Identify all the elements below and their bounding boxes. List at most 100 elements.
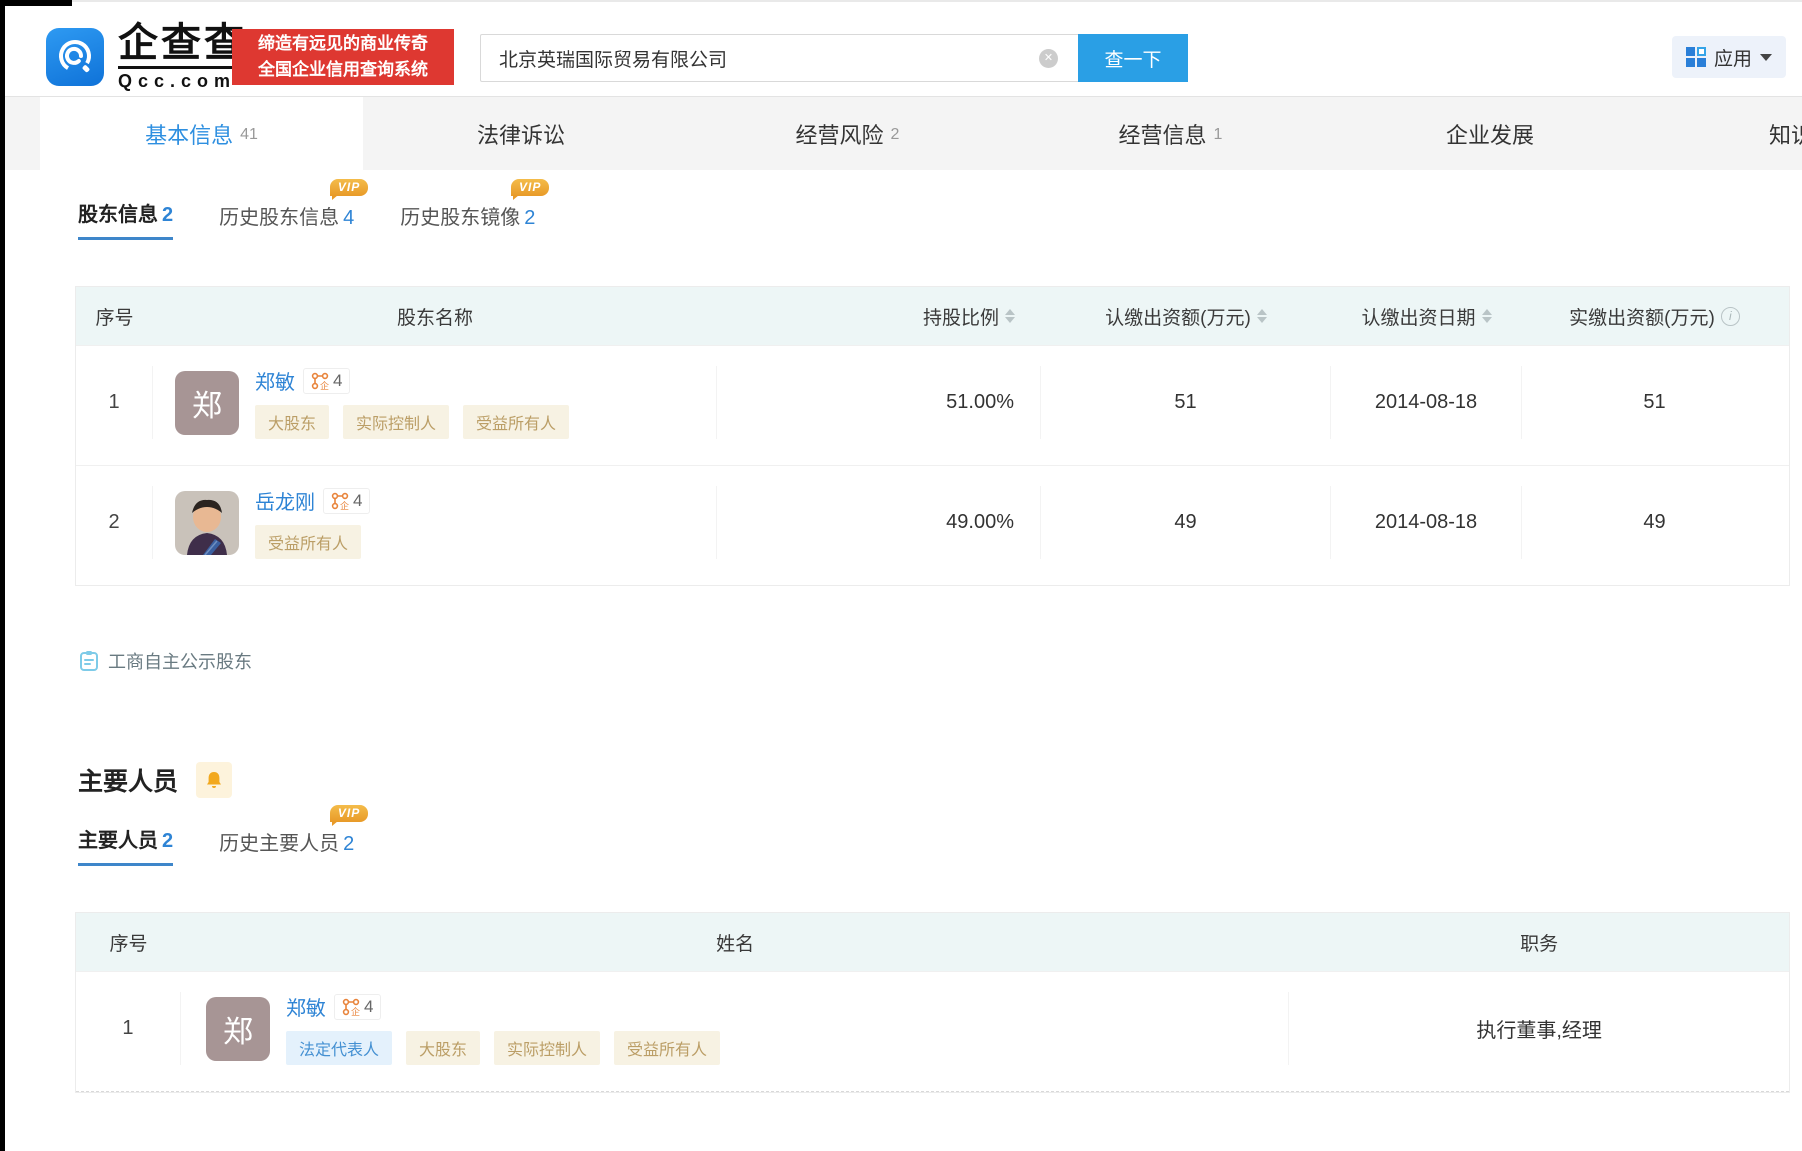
related-count: 4 <box>353 491 362 511</box>
tab-operation-risk[interactable]: 经营风险2 <box>686 97 1009 170</box>
clipboard-icon <box>78 650 100 672</box>
col-header-subscribed: 认缴出资额(万元) <box>1041 303 1331 330</box>
key-personnel-row: 1 郑 郑敏 企 <box>76 971 1789 1092</box>
role-tag: 受益所有人 <box>614 1031 720 1065</box>
subtab-key-personnel[interactable]: 主要人员2 <box>78 824 173 866</box>
network-icon: 企 <box>342 998 360 1016</box>
brand-name: 企查查 <box>118 22 247 69</box>
network-icon: 企 <box>331 492 349 510</box>
ratio-value: 49.00% <box>717 486 1041 559</box>
main-tab-bar: 基本信息41 法律诉讼 经营风险2 经营信息1 企业发展 知识产权 <box>0 97 1802 170</box>
col-header-paid: 实缴出资额(万元) <box>1522 303 1787 330</box>
col-header-ratio: 持股比例 <box>717 303 1041 330</box>
tab-operation-info[interactable]: 经营信息1 <box>1009 97 1332 170</box>
row-number: 1 <box>76 992 181 1065</box>
role-tag: 实际控制人 <box>343 405 449 439</box>
role-tag: 实际控制人 <box>494 1031 600 1065</box>
personnel-name-link[interactable]: 郑敏 <box>286 992 326 1021</box>
col-header-shareholder-name: 股东名称 <box>153 303 717 330</box>
screenshot-edge-artifact <box>0 0 5 1151</box>
role-tag: 受益所有人 <box>255 525 361 559</box>
ratio-value: 51.00% <box>717 366 1041 439</box>
qcc-logo[interactable]: 企查查 Qcc.com <box>46 22 247 92</box>
shareholder-subtabs: 股东信息2 历史股东信息4 VIP 历史股东镜像2 VIP <box>78 198 1802 240</box>
shareholder-row: 2 岳龙刚 <box>76 465 1789 585</box>
shareholder-name-link[interactable]: 岳龙刚 <box>255 486 315 515</box>
related-companies-badge[interactable]: 企 4 <box>303 368 350 394</box>
section-title-text: 主要人员 <box>78 762 178 798</box>
shareholder-name-link[interactable]: 郑敏 <box>255 366 295 395</box>
monitor-bell-button[interactable] <box>196 762 232 798</box>
sort-icon[interactable] <box>1005 309 1015 323</box>
apps-label: 应用 <box>1714 44 1752 71</box>
tab-basic-info[interactable]: 基本信息41 <box>40 97 363 170</box>
role-tag: 受益所有人 <box>463 405 569 439</box>
page-content: 股东信息2 历史股东信息4 VIP 历史股东镜像2 VIP 序号 股东名称 持股… <box>0 198 1802 1093</box>
self-disclosed-shareholders-note[interactable]: 工商自主公示股东 <box>78 648 1802 674</box>
col-header-date: 认缴出资日期 <box>1331 303 1522 330</box>
col-header-name: 姓名 <box>181 929 1289 956</box>
date-value: 2014-08-18 <box>1331 366 1522 439</box>
row-number: 1 <box>76 366 153 439</box>
slogan-line-2: 全国企业信用查询系统 <box>232 57 454 83</box>
search-input[interactable] <box>480 34 1078 82</box>
svg-text:企: 企 <box>351 1006 360 1016</box>
shareholder-table: 序号 股东名称 持股比例 认缴出资额(万元) 认缴出资日期 实缴出资额(万元) … <box>75 286 1790 586</box>
svg-text:企: 企 <box>320 380 329 390</box>
subscribed-value: 51 <box>1041 366 1331 439</box>
search-bar: 查一下 <box>480 34 1188 82</box>
apps-grid-icon <box>1686 47 1706 67</box>
info-icon[interactable] <box>1721 307 1740 326</box>
related-companies-badge[interactable]: 企 4 <box>334 994 381 1020</box>
subscribed-value: 49 <box>1041 486 1331 559</box>
col-header-no: 序号 <box>76 303 153 330</box>
sort-icon[interactable] <box>1482 309 1492 323</box>
position-value: 执行董事,经理 <box>1289 992 1789 1065</box>
related-companies-badge[interactable]: 企 4 <box>323 488 370 514</box>
key-personnel-table: 序号 姓名 职务 1 郑 郑敏 <box>75 912 1790 1093</box>
personnel-cell: 郑 郑敏 企 <box>181 992 1289 1065</box>
tab-company-development[interactable]: 企业发展 <box>1332 97 1655 170</box>
apps-menu-button[interactable]: 应用 <box>1672 36 1786 78</box>
shareholder-cell: 郑 郑敏 企 <box>153 366 717 439</box>
subtab-history-key-personnel[interactable]: 历史主要人员2 VIP <box>219 827 354 866</box>
key-personnel-section-title: 主要人员 <box>78 762 1802 798</box>
subtab-history-shareholder-info[interactable]: 历史股东信息4 VIP <box>219 201 354 240</box>
vip-badge: VIP <box>330 179 368 196</box>
slogan-line-1: 缔造有远见的商业传奇 <box>232 31 454 57</box>
paid-value: 49 <box>1522 486 1787 559</box>
tab-intellectual-property[interactable]: 知识产权 <box>1655 97 1802 170</box>
tab-count: 2 <box>891 126 900 144</box>
search-button[interactable]: 查一下 <box>1078 34 1188 82</box>
tab-count: 1 <box>1214 126 1223 144</box>
date-value: 2014-08-18 <box>1331 486 1522 559</box>
key-personnel-subtabs: 主要人员2 历史主要人员2 VIP <box>78 824 1802 866</box>
related-count: 4 <box>364 997 373 1017</box>
bell-icon <box>204 770 224 790</box>
avatar[interactable]: 郑 <box>206 997 270 1061</box>
col-header-no: 序号 <box>76 929 181 956</box>
avatar[interactable]: 郑 <box>175 371 239 435</box>
svg-text:企: 企 <box>340 500 349 510</box>
shareholder-cell: 岳龙刚 企 4 <box>153 486 717 559</box>
screenshot-edge-artifact <box>0 0 72 6</box>
legal-rep-tag: 法定代表人 <box>286 1031 392 1065</box>
avatar-photo[interactable] <box>175 491 239 555</box>
tab-count: 41 <box>240 126 258 144</box>
vip-badge: VIP <box>511 179 549 196</box>
sort-icon[interactable] <box>1257 309 1267 323</box>
row-number: 2 <box>76 486 153 559</box>
shareholder-table-header: 序号 股东名称 持股比例 认缴出资额(万元) 认缴出资日期 实缴出资额(万元) <box>76 287 1789 345</box>
vip-badge: VIP <box>330 805 368 822</box>
col-header-position: 职务 <box>1289 929 1789 956</box>
subtab-shareholder-info[interactable]: 股东信息2 <box>78 198 173 240</box>
related-count: 4 <box>333 371 342 391</box>
subtab-history-shareholder-mirror[interactable]: 历史股东镜像2 VIP <box>400 201 535 240</box>
brand-domain: Qcc.com <box>118 71 247 92</box>
key-personnel-table-header: 序号 姓名 职务 <box>76 913 1789 971</box>
tab-legal-litigation[interactable]: 法律诉讼 <box>363 97 686 170</box>
clear-search-icon[interactable] <box>1039 49 1058 68</box>
qcc-logo-icon <box>46 28 104 86</box>
qcc-logo-text: 企查查 Qcc.com <box>118 22 247 92</box>
network-icon: 企 <box>311 372 329 390</box>
